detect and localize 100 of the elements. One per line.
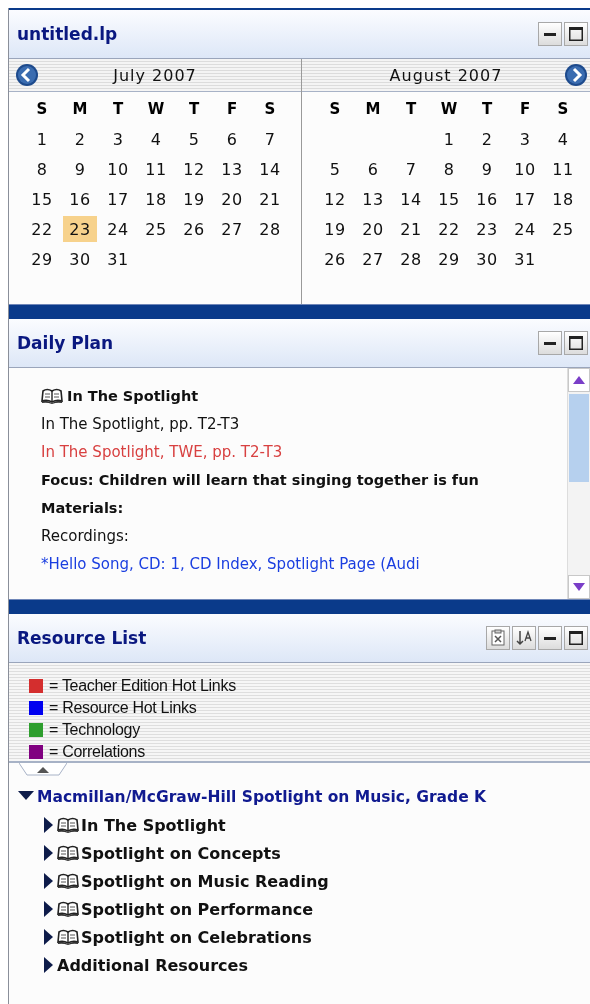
minimize-button[interactable]	[538, 626, 562, 650]
tree-item[interactable]: Additional Resources	[57, 955, 248, 975]
calendar-day[interactable]: 3	[508, 126, 542, 152]
calendar-day[interactable]: 6	[356, 156, 390, 182]
calendar-day[interactable]: 22	[432, 216, 466, 242]
weekday-label: M	[364, 99, 382, 120]
expand-toggle[interactable]	[41, 844, 55, 862]
calendar-day[interactable]: 25	[546, 216, 580, 242]
calendar-day[interactable]: 15	[25, 186, 59, 212]
sort-button[interactable]	[512, 626, 536, 650]
calendar-day[interactable]: 11	[139, 156, 173, 182]
maximize-button[interactable]	[564, 22, 588, 46]
calendar-day[interactable]: 7	[253, 126, 287, 152]
teacher-edition-link[interactable]: In The Spotlight, TWE, pp. T2-T3	[41, 438, 283, 466]
calendar-day[interactable]: 23	[470, 216, 504, 242]
calendar-day[interactable]: 1	[25, 126, 59, 152]
calendar-day[interactable]: 12	[318, 186, 352, 212]
calendar-day[interactable]: 10	[101, 156, 135, 182]
calendar-day[interactable]: 1	[432, 126, 466, 152]
next-month-button[interactable]	[564, 63, 588, 87]
calendar-day[interactable]: 17	[508, 186, 542, 212]
panel-title: untitled.lp	[17, 24, 118, 44]
calendar-day[interactable]: 4	[546, 126, 580, 152]
calendar-day[interactable]: 27	[356, 246, 390, 272]
calendar-day[interactable]: 14	[394, 186, 428, 212]
previous-month-button[interactable]	[15, 63, 39, 87]
maximize-button[interactable]	[564, 331, 588, 355]
calendar-day[interactable]: 18	[546, 186, 580, 212]
calendar-day[interactable]: 17	[101, 186, 135, 212]
tree-item[interactable]: Spotlight on Celebrations	[81, 927, 312, 947]
calendar-day[interactable]: 12	[177, 156, 211, 182]
expand-toggle[interactable]	[41, 956, 55, 974]
calendar-day[interactable]: 20	[215, 186, 249, 212]
calendar-day[interactable]: 22	[25, 216, 59, 242]
calendar-day[interactable]: 3	[101, 126, 135, 152]
calendar-day[interactable]: 30	[470, 246, 504, 272]
plan-text: Recordings:	[41, 526, 129, 547]
calendar-day[interactable]: 19	[177, 186, 211, 212]
calendar-day[interactable]: 21	[253, 186, 287, 212]
weekday-label: S	[556, 99, 570, 120]
tree-item[interactable]: Spotlight on Music Reading	[81, 871, 329, 891]
maximize-icon	[569, 27, 583, 41]
calendar-day[interactable]: 5	[318, 156, 352, 182]
calendar-day[interactable]: 2	[470, 126, 504, 152]
calendar-day[interactable]: 29	[432, 246, 466, 272]
calendar-day[interactable]: 8	[25, 156, 59, 182]
calendar-day[interactable]: 23	[63, 216, 97, 242]
calendar-day[interactable]: 29	[25, 246, 59, 272]
calendar-day[interactable]: 13	[215, 156, 249, 182]
calendar-day[interactable]: 4	[139, 126, 173, 152]
calendar-day[interactable]: 26	[318, 246, 352, 272]
tree-item[interactable]: In The Spotlight	[81, 815, 226, 835]
calendar-day[interactable]: 19	[318, 216, 352, 242]
expand-toggle[interactable]	[41, 928, 55, 946]
calendar-day[interactable]: 28	[253, 216, 287, 242]
resource-link[interactable]: *Hello Song, CD: 1, CD Index, Spotlight Page (Audi	[41, 550, 420, 578]
expand-toggle[interactable]	[41, 872, 55, 890]
export-button[interactable]	[486, 626, 510, 650]
minimize-button[interactable]	[538, 22, 562, 46]
legend-label: = Teacher Edition Hot Links	[49, 677, 236, 695]
calendar-day[interactable]: 20	[356, 216, 390, 242]
calendar-day[interactable]: 16	[63, 186, 97, 212]
tree-item[interactable]: Spotlight on Concepts	[81, 843, 281, 863]
calendar-day[interactable]: 10	[508, 156, 542, 182]
calendar-day[interactable]: 25	[139, 216, 173, 242]
calendar-day[interactable]: 28	[394, 246, 428, 272]
calendar-day[interactable]: 24	[101, 216, 135, 242]
calendar-day[interactable]: 16	[470, 186, 504, 212]
calendar-day[interactable]: 11	[546, 156, 580, 182]
calendar-day[interactable]: 2	[63, 126, 97, 152]
calendar-day[interactable]: 7	[394, 156, 428, 182]
scroll-down-icon	[572, 582, 586, 592]
calendar-day[interactable]: 15	[432, 186, 466, 212]
right-arrow-icon	[564, 63, 588, 87]
calendar-day[interactable]: 30	[63, 246, 97, 272]
calendar-day[interactable]: 8	[432, 156, 466, 182]
collapse-tab-icon[interactable]	[19, 763, 67, 777]
minimize-button[interactable]	[538, 331, 562, 355]
calendar-day[interactable]: 14	[253, 156, 287, 182]
calendar-day[interactable]: 26	[177, 216, 211, 242]
calendar-day[interactable]: 6	[215, 126, 249, 152]
expand-toggle[interactable]	[41, 900, 55, 918]
expand-toggle[interactable]	[41, 816, 55, 834]
calendar-day[interactable]: 18	[139, 186, 173, 212]
maximize-button[interactable]	[564, 626, 588, 650]
calendar-day[interactable]: 24	[508, 216, 542, 242]
calendar-day[interactable]: 5	[177, 126, 211, 152]
plan-heading: In The Spotlight	[67, 387, 199, 406]
calendar-day[interactable]: 21	[394, 216, 428, 242]
calendar-day[interactable]: 27	[215, 216, 249, 242]
tree-item[interactable]: Spotlight on Performance	[81, 899, 314, 919]
calendar-day[interactable]: 31	[508, 246, 542, 272]
tree-item[interactable]: Macmillan/McGraw-Hill Spotlight on Music, Grade K	[37, 788, 487, 806]
calendar-day[interactable]: 9	[470, 156, 504, 182]
calendar-day[interactable]: 31	[101, 246, 135, 272]
calendar-day[interactable]: 13	[356, 186, 390, 212]
calendar-day[interactable]: 9	[63, 156, 97, 182]
weekday-label: M	[71, 99, 89, 120]
scrollbar[interactable]	[567, 368, 590, 599]
weekday-label: W	[146, 99, 166, 120]
